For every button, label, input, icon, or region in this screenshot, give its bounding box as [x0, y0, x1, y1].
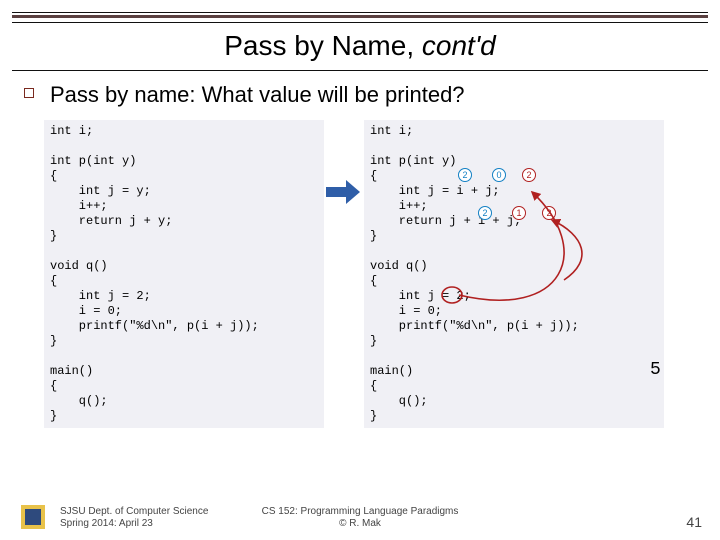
footer-course: CS 152: Programming Language Paradigms ©… [0, 506, 720, 530]
answer-value: 5 [650, 360, 661, 380]
annotation-circle: 1 [512, 206, 526, 220]
footer-course-line1: CS 152: Programming Language Paradigms [0, 506, 720, 518]
annotation-circle: 0 [492, 168, 506, 182]
arrow-icon [326, 180, 360, 204]
annotation-circle: 2 [458, 168, 472, 182]
annotation-circle: 2 [478, 206, 492, 220]
divider [12, 12, 708, 13]
divider [12, 15, 708, 18]
code-area: int i; int p(int y) { int j = y; i++; re… [24, 120, 696, 494]
slide-title: Pass by Name, cont'd [0, 30, 720, 62]
subheading: Pass by name: What value will be printed… [50, 82, 708, 108]
divider [12, 22, 708, 23]
footer-course-line2: © R. Mak [0, 518, 720, 530]
code-left: int i; int p(int y) { int j = y; i++; re… [44, 120, 324, 428]
code-right: int i; int p(int y) { int j = i + j; i++… [364, 120, 664, 428]
title-contd: cont'd [422, 30, 496, 61]
annotation-circle: 2 [542, 206, 556, 220]
divider [12, 70, 708, 71]
title-main: Pass by Name, [224, 30, 422, 61]
annotation-circle: 2 [522, 168, 536, 182]
bullet-marker [24, 88, 34, 98]
page-number: 41 [686, 514, 702, 530]
